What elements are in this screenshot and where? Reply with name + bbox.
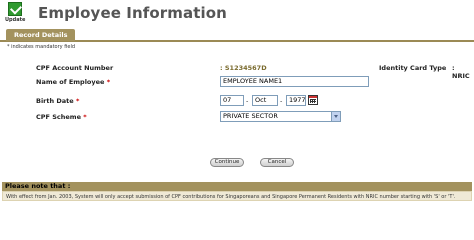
date-separator: - [280,97,283,105]
cpf-scheme-selected: PRIVATE SECTOR [223,112,278,120]
page-header: Update Employee Information [0,0,474,28]
tab-record-details[interactable]: Record Details [6,29,76,41]
cpf-account-value: : S1234567D [220,64,267,72]
notice-text: With effect from Jan. 2003, System will … [2,191,472,201]
update-icon-label: Update [5,17,26,23]
chevron-down-icon[interactable] [331,112,340,121]
cpf-scheme-row: CPF Scheme * PRIVATE SECTOR [0,111,474,123]
continue-button[interactable]: Continue [210,158,244,167]
tab-bar: Record Details [0,29,474,42]
birth-month-input[interactable]: Oct [252,95,278,106]
birth-day-input[interactable]: 07 [220,95,244,106]
cpf-account-label: CPF Account Number [36,64,114,72]
birth-date-row: Birth Date * 07 - Oct - 1977 [0,95,474,107]
employee-name-row: Name of Employee * EMPLOYEE NAME1 [0,76,474,88]
cpf-account-row: CPF Account Number : S1234567D Identity … [0,62,474,80]
cpf-scheme-label: CPF Scheme * [36,113,87,121]
employee-name-input[interactable]: EMPLOYEE NAME1 [220,76,369,87]
calendar-icon[interactable] [308,95,318,105]
required-marker: * [106,78,111,86]
mandatory-note: * indicates mandatory field [7,44,76,50]
birth-year-input[interactable]: 1977 [286,95,306,106]
employee-name-label: Name of Employee * [36,78,111,86]
notice-heading: Please note that : [2,182,472,191]
page-title: Employee Information [38,4,227,22]
identity-card-label: Identity Card Type [379,64,447,72]
birth-date-label: Birth Date * [36,97,80,105]
required-marker: * [75,97,80,105]
cancel-button[interactable]: Cancel [260,158,294,167]
cpf-scheme-select[interactable]: PRIVATE SECTOR [220,111,341,122]
required-marker: * [83,113,87,121]
update-check-icon [8,2,22,16]
date-separator: - [246,97,249,105]
